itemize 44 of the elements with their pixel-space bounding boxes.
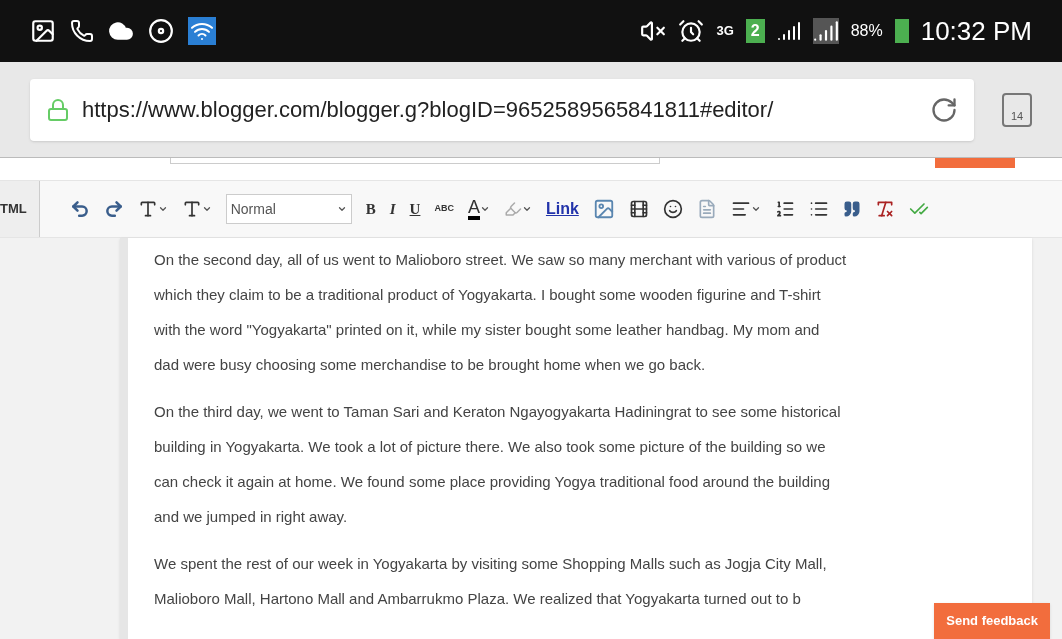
disc-icon — [148, 18, 174, 44]
caret-icon — [479, 204, 490, 214]
html-tab[interactable]: TML — [0, 181, 40, 237]
video-icon[interactable] — [628, 199, 649, 219]
redo-icon[interactable] — [103, 199, 124, 219]
paragraph: We spent the rest of our week in Yogyakarta by visiting some Shopping Malls such as Jogja City Mall, Malioboro Mall, Hartono Mall and Ambarrukmo Plaza. We realized that Yogyakarta turned out to b — [154, 554, 828, 609]
caret-icon — [336, 204, 347, 214]
phone-icon — [70, 19, 94, 43]
bold-button[interactable]: B — [365, 197, 376, 221]
sim-badge: 2 — [745, 19, 765, 43]
tabs-button[interactable]: 14 — [1002, 92, 1032, 127]
quote-icon[interactable] — [842, 200, 861, 218]
underline-button[interactable]: U — [409, 197, 421, 221]
network-type: 3G — [716, 22, 734, 41]
link-button[interactable]: Link — [545, 197, 579, 221]
format-select[interactable]: Normal — [225, 194, 352, 224]
lock-icon — [46, 97, 70, 122]
bullet-list-icon[interactable] — [808, 199, 829, 219]
paragraph: On the third day, we went to Taman Sari and Keraton Ngayogyakarta Hadiningrat to see some historical building in Yogyakarta. We took a lot of picture there. We also took some picture of the building so we can check it again at home. We found some place providing Yogya traditional food around the building and we jumped in right away. — [154, 402, 842, 527]
url-field[interactable]: https://www.blogger.com/blogger.g?blogID=9652589565841811#editor/ — [30, 78, 974, 141]
url-text: https://www.blogger.com/blogger.g?blogID=9652589565841811#editor/ — [82, 96, 774, 124]
alarm-icon — [678, 18, 705, 44]
strikethrough-button[interactable]: ABC — [434, 202, 454, 216]
image-icon — [30, 18, 56, 44]
align-icon[interactable] — [730, 199, 751, 219]
caret-icon — [521, 204, 532, 214]
reload-icon[interactable] — [930, 95, 958, 124]
signal-icon — [812, 18, 839, 44]
mute-icon — [640, 18, 667, 44]
clock: 10:32 PM — [920, 14, 1032, 48]
caret-icon — [157, 204, 168, 214]
image-icon[interactable] — [592, 198, 615, 220]
emoji-icon[interactable] — [662, 199, 683, 219]
numbered-list-icon[interactable] — [774, 199, 795, 219]
text-color-button[interactable]: A — [467, 198, 480, 220]
caret-icon — [750, 204, 761, 214]
paragraph: On the second day, all of us went to Malioboro street. We saw so many merchant with various of product which they claim to be a traditional product of Yogyakarta. I bought some wooden figurine and T-shirt with the word "Yogyakarta" printed on it, while my sister bought some leather handbag. My mom and dad were busy choosing some merchandise to be brought home when we go back. — [154, 250, 848, 375]
battery-percent: 88% — [850, 21, 883, 41]
battery-icon — [894, 19, 909, 43]
undo-icon[interactable] — [69, 199, 90, 219]
wifi-icon — [188, 17, 216, 45]
italic-button[interactable]: I — [389, 197, 396, 221]
signal-icon — [776, 19, 801, 43]
caret-icon — [201, 204, 212, 214]
